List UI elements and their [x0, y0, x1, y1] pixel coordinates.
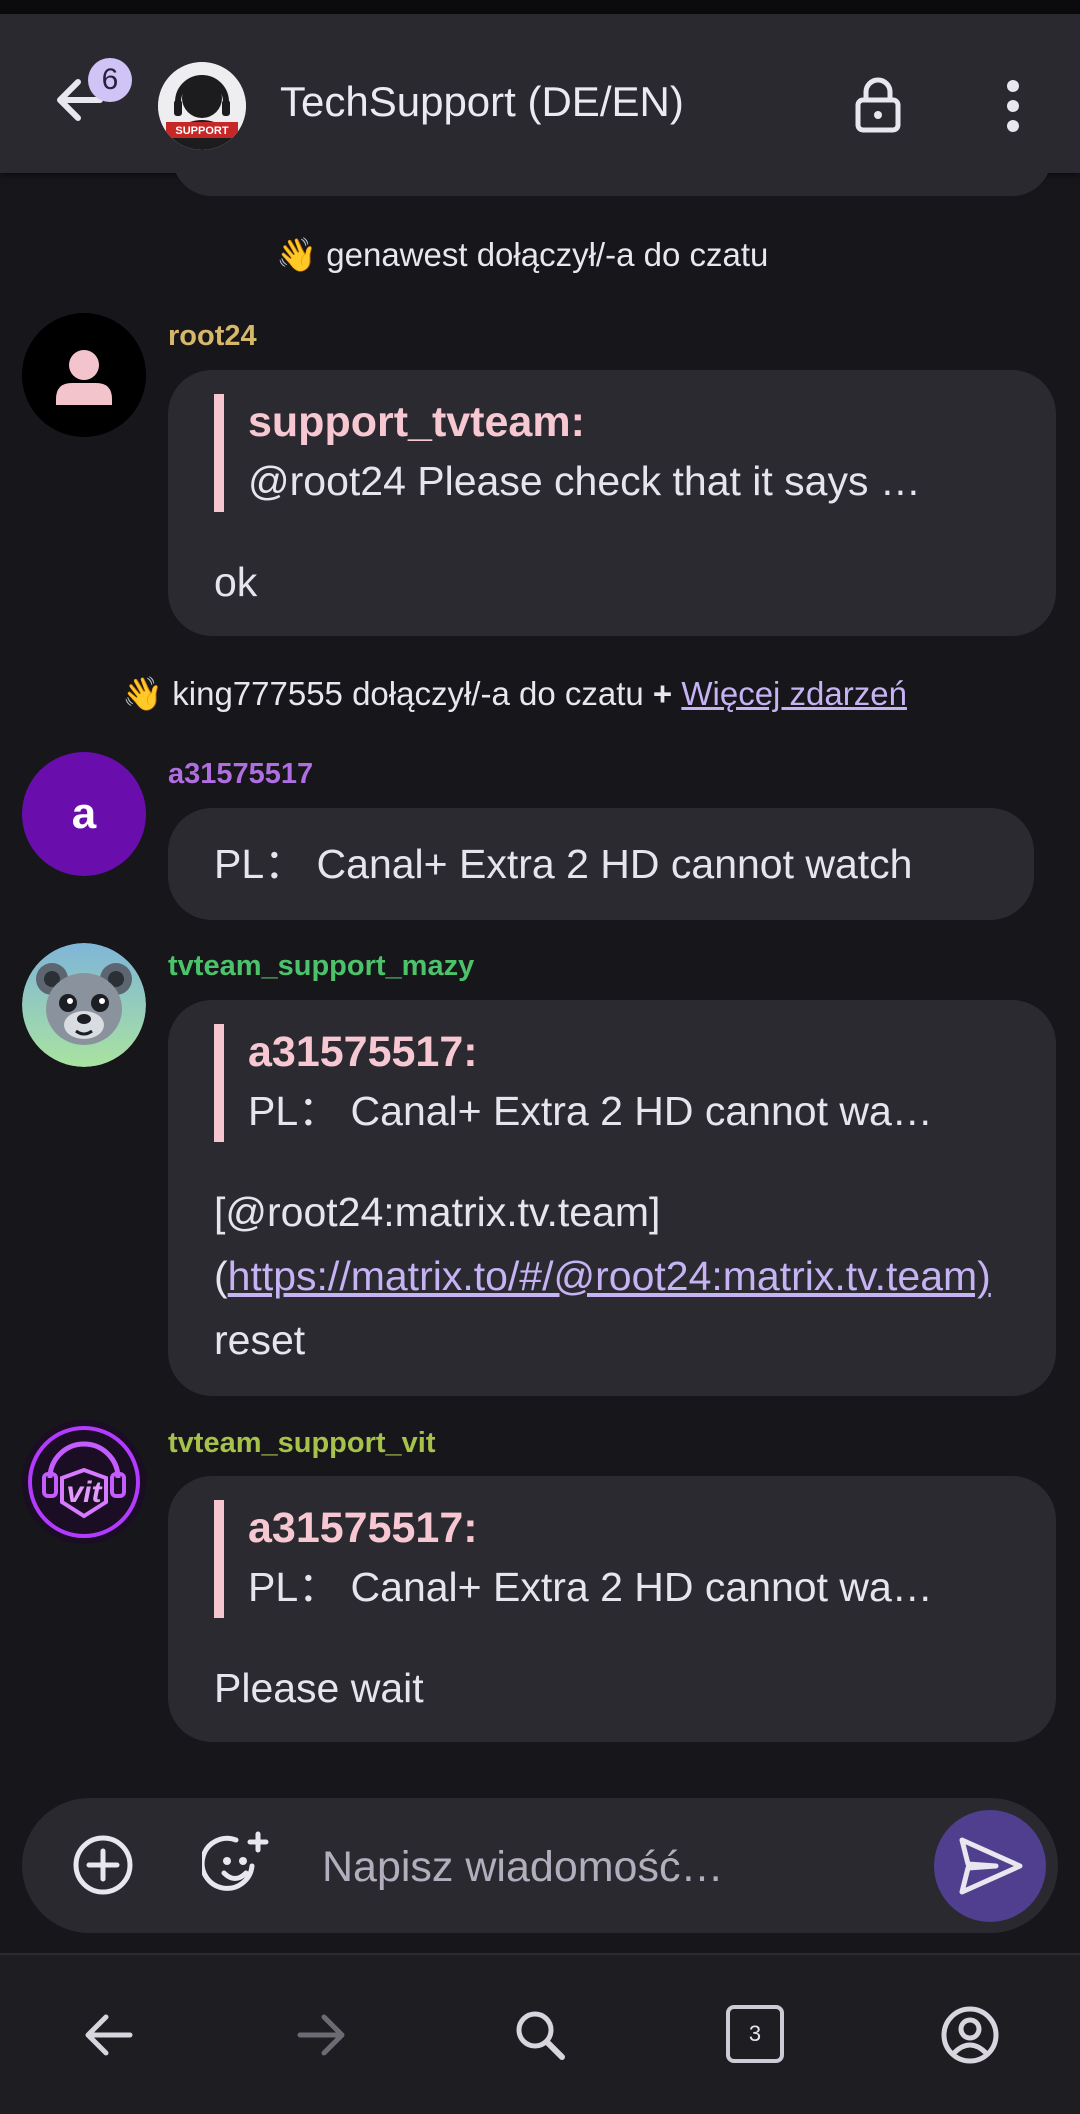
arrow-right-icon [297, 2014, 345, 2056]
add-attachment-button[interactable] [70, 1832, 136, 1898]
tabs-count: 3 [726, 2005, 784, 2063]
send-icon [959, 1837, 1023, 1895]
avatar[interactable]: vit [22, 1420, 146, 1544]
message-bubble[interactable]: a31575517: PL： Canal+ Extra 2 HD cannot … [168, 1476, 1056, 1742]
svg-text:vit: vit [66, 1476, 103, 1509]
more-vert-icon [1007, 80, 1019, 132]
encryption-button[interactable] [852, 76, 904, 136]
join-event: 👋 genawest dołączył/-a do czatu [276, 236, 769, 273]
avatar[interactable] [22, 943, 146, 1067]
lock-icon [855, 77, 901, 133]
reply-sender: support_tvteam: [248, 398, 585, 446]
message-text: Please wait [214, 1665, 424, 1711]
message-input[interactable] [320, 1828, 924, 1906]
status-bar [0, 0, 1080, 14]
sender-name[interactable]: tvteam_support_vit [168, 1427, 436, 1460]
person-icon [22, 313, 146, 437]
bear-robot-avatar [22, 943, 146, 1067]
reply-quote[interactable]: a31575517: PL： Canal+ Extra 2 HD cannot … [214, 1024, 933, 1142]
reply-sender: a31575517: [248, 1028, 478, 1076]
plus-symbol: + [652, 675, 673, 712]
arrow-left-icon [85, 2014, 133, 2056]
tabs-button[interactable]: 3 [726, 2005, 786, 2065]
browser-back-button[interactable] [78, 2005, 138, 2065]
search-button[interactable] [510, 2005, 570, 2065]
browser-nav-bar: 3 [0, 1955, 1080, 2114]
sender-name[interactable]: tvteam_support_mazy [168, 950, 474, 983]
message-bubble[interactable]: PL： Canal+ Extra 2 HD cannot watch [168, 808, 1034, 920]
svg-text:SUPPORT: SUPPORT [175, 125, 228, 137]
account-circle-icon [941, 2006, 999, 2064]
more-events-link[interactable]: Więcej zdarzeń [681, 675, 907, 712]
message-body-suffix: reset [214, 1317, 306, 1363]
room-avatar[interactable]: SUPPORT [158, 62, 246, 150]
reply-sender: a31575517: [248, 1504, 478, 1552]
message-bubble[interactable]: a31575517: PL： Canal+ Extra 2 HD cannot … [168, 1000, 1056, 1396]
room-title[interactable]: TechSupport (DE/EN) [280, 78, 684, 126]
emoji-button[interactable] [199, 1830, 272, 1900]
add-circle-icon [73, 1835, 133, 1895]
reply-quote[interactable]: a31575517: PL： Canal+ Extra 2 HD cannot … [214, 1500, 933, 1618]
reply-text: @root24 Please check that it says … [248, 458, 921, 504]
join-event-text: 👋 king777555 dołączył/-a do czatu [122, 675, 644, 712]
avatar[interactable] [22, 313, 146, 437]
more-options-button[interactable] [990, 76, 1036, 136]
avatar[interactable]: a [22, 752, 146, 876]
add-reaction-icon [199, 1831, 269, 1891]
message-composer [22, 1798, 1058, 1933]
account-button[interactable] [940, 2005, 1000, 2065]
message-text: ok [214, 559, 258, 605]
sender-name[interactable]: a31575517 [168, 758, 313, 791]
send-button[interactable] [934, 1810, 1046, 1922]
sender-name[interactable]: root24 [168, 320, 257, 353]
browser-forward-button[interactable] [292, 2005, 352, 2065]
vit-neon-logo: vit [22, 1420, 146, 1544]
previous-message-bubble [172, 150, 1052, 196]
reply-text: PL： Canal+ Extra 2 HD cannot wa… [248, 1088, 933, 1134]
search-icon [516, 2011, 565, 2060]
message-text: [@root24:matrix.tv.team](https://matrix.… [214, 1180, 1014, 1372]
reply-quote[interactable]: support_tvteam: @root24 Please check tha… [214, 394, 921, 512]
message-text: PL： Canal+ Extra 2 HD cannot watch [214, 841, 913, 887]
matrix-link[interactable]: https://matrix.to/#/@root24:matrix.tv.te… [228, 1253, 991, 1299]
support-headset-logo: SUPPORT [158, 62, 246, 150]
join-event: 👋 king777555 dołączył/-a do czatu + Więc… [122, 675, 907, 714]
reply-text: PL： Canal+ Extra 2 HD cannot wa… [248, 1564, 933, 1610]
unread-badge: 6 [88, 58, 132, 102]
message-bubble[interactable]: support_tvteam: @root24 Please check tha… [168, 370, 1056, 636]
